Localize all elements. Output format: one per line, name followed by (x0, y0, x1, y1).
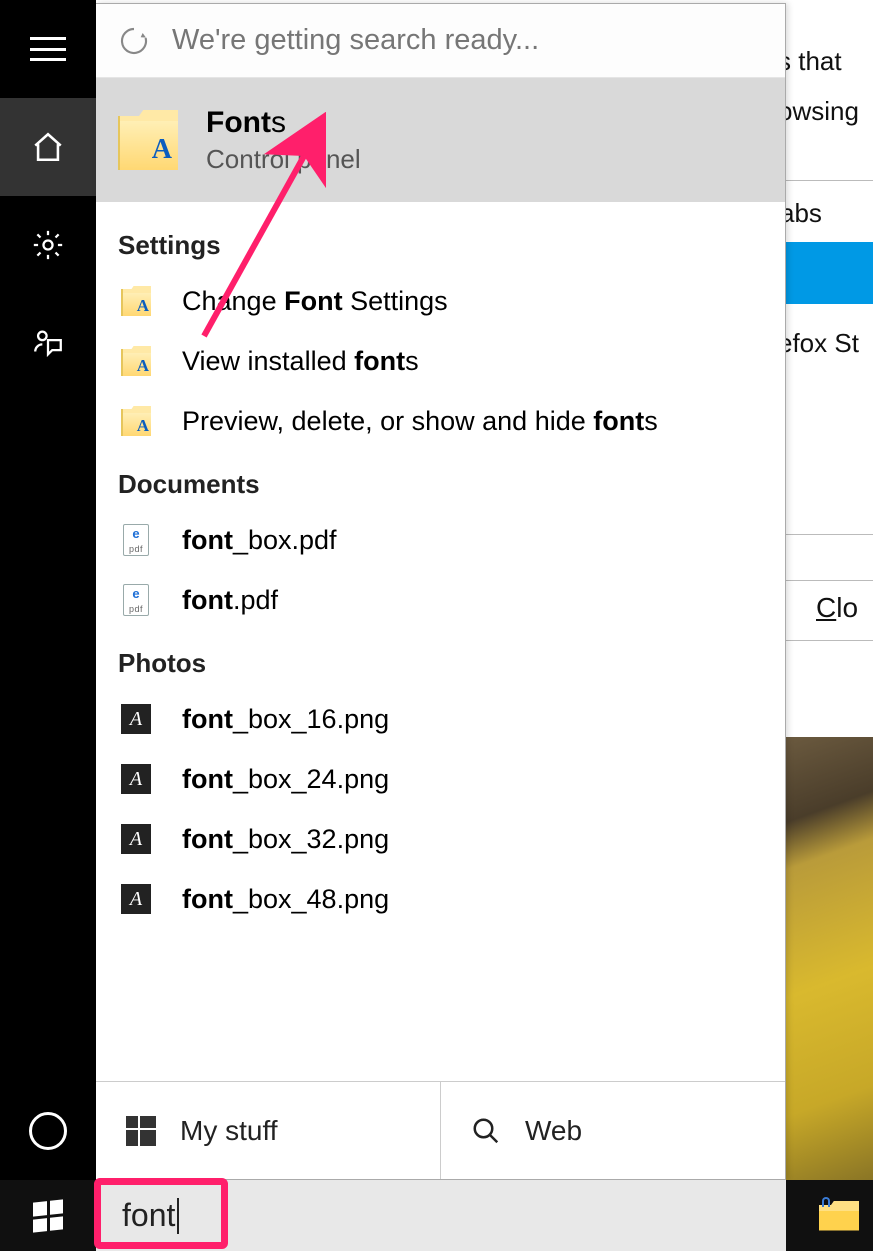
tiles-icon (126, 1116, 156, 1146)
image-file-icon: A (118, 821, 154, 857)
section-label: Documents (96, 451, 785, 510)
bg-selected-tab[interactable] (786, 242, 873, 304)
best-match-result[interactable]: A Fonts Control panel (96, 78, 785, 202)
result-item-label: Preview, delete, or show and hide fonts (182, 406, 658, 437)
pdf-file-icon (118, 582, 154, 618)
fonts-folder-icon: A (118, 403, 154, 439)
search-icon (471, 1116, 501, 1146)
section-label: Settings (96, 212, 785, 271)
search-result-item[interactable]: A Preview, delete, or show and hide fonts (96, 391, 785, 451)
home-button[interactable] (0, 98, 96, 196)
start-button[interactable] (0, 1180, 96, 1251)
taskbar-search-input[interactable]: font (96, 1180, 786, 1251)
fonts-folder-icon: A (118, 110, 178, 170)
hamburger-menu-button[interactable] (0, 0, 96, 98)
search-result-item[interactable]: Afont_box_32.png (96, 809, 785, 869)
result-item-label: font_box_32.png (182, 824, 389, 855)
status-text: We're getting search ready... (172, 24, 539, 57)
search-status-row: We're getting search ready... (96, 4, 785, 78)
search-result-item[interactable]: font_box.pdf (96, 510, 785, 570)
file-explorer-taskbar-button[interactable] (819, 1201, 859, 1231)
search-result-item[interactable]: A View installed fonts (96, 331, 785, 391)
loading-spinner-icon (118, 25, 150, 57)
windows-logo-icon (33, 1199, 63, 1232)
result-item-label: View installed fonts (182, 346, 419, 377)
search-result-item[interactable]: Afont_box_24.png (96, 749, 785, 809)
result-item-label: Change Font Settings (182, 286, 448, 317)
settings-gear-button[interactable] (0, 196, 96, 294)
best-match-subtitle: Control panel (206, 144, 361, 175)
background-window: s that owsing abs efox St Clo (786, 0, 873, 1180)
bg-photo (786, 737, 873, 1180)
result-item-label: font_box_24.png (182, 764, 389, 795)
search-panel: We're getting search ready... A Fonts Co… (96, 3, 786, 1180)
web-button[interactable]: Web (440, 1082, 785, 1179)
web-label: Web (525, 1115, 582, 1147)
panel-bottom-actions: My stuff Web (96, 1081, 785, 1179)
cortana-rail (0, 0, 96, 1180)
taskbar: font (0, 1180, 873, 1251)
search-result-item[interactable]: A Change Font Settings (96, 271, 785, 331)
feedback-button[interactable] (0, 294, 96, 392)
image-file-icon: A (118, 701, 154, 737)
pdf-file-icon (118, 522, 154, 558)
text-caret (177, 1198, 179, 1234)
best-match-title: Fonts (206, 106, 361, 140)
result-item-label: font_box.pdf (182, 525, 337, 556)
fonts-folder-icon: A (118, 343, 154, 379)
fonts-folder-icon: A (118, 283, 154, 319)
result-item-label: font_box_16.png (182, 704, 389, 735)
bg-close-button[interactable]: Clo (816, 592, 858, 624)
cortana-circle-button[interactable] (0, 1082, 96, 1180)
section-label: Photos (96, 630, 785, 689)
search-result-item[interactable]: font.pdf (96, 570, 785, 630)
result-item-label: font_box_48.png (182, 884, 389, 915)
my-stuff-button[interactable]: My stuff (96, 1082, 440, 1179)
result-item-label: font.pdf (182, 585, 278, 616)
search-value: font (122, 1197, 175, 1234)
image-file-icon: A (118, 761, 154, 797)
search-result-item[interactable]: Afont_box_48.png (96, 869, 785, 929)
image-file-icon: A (118, 881, 154, 917)
search-result-item[interactable]: Afont_box_16.png (96, 689, 785, 749)
my-stuff-label: My stuff (180, 1115, 278, 1147)
